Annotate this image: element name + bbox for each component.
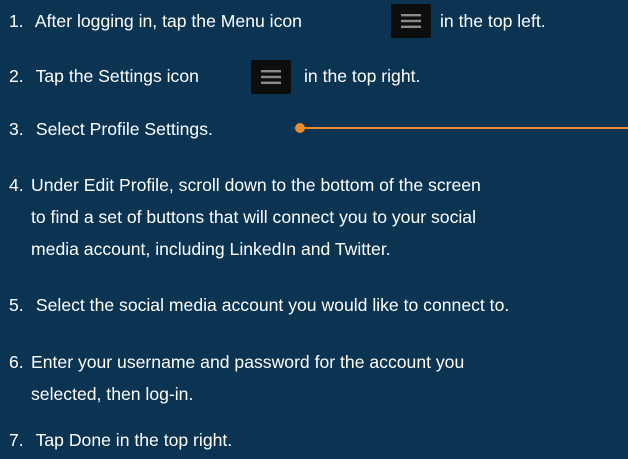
step-number: 7. [9, 430, 24, 450]
hamburger-menu-icon [391, 4, 431, 38]
step-text: Tap Done in the top right. [35, 430, 233, 450]
step-line: 4. Under Edit Profile, scroll down to the… [9, 169, 621, 201]
step-text: Under Edit Profile, scroll down to the b… [31, 175, 481, 195]
callout-dot [295, 123, 305, 133]
step-line: media account, including LinkedIn and Tw… [31, 239, 391, 259]
step-7: 7. Tap Done in the top right. [9, 424, 621, 456]
step-5: 5. Select the social media account you w… [9, 289, 621, 321]
step-3: 3. Select Profile Settings. [9, 113, 621, 145]
step-text-after-icon: in the top right. [304, 66, 421, 86]
step-text: After logging in, tap the Menu icon [34, 11, 302, 31]
step-number: 5. [9, 295, 24, 315]
hamburger-menu-icon [251, 60, 291, 94]
step-number: 3. [9, 119, 24, 139]
step-number: 2. [9, 66, 24, 86]
step-text: Tap the Settings icon [35, 66, 199, 86]
step-line: to find a set of buttons that will conne… [31, 207, 476, 227]
step-text: Select the social media account you woul… [35, 295, 510, 315]
step-text: Enter your username and password for the… [31, 352, 465, 372]
step-number: 1. [9, 11, 24, 31]
step-line: 6. Enter your username and password for t… [9, 346, 621, 378]
step-6: 6. Enter your username and password for t… [9, 346, 621, 410]
step-4: 4. Under Edit Profile, scroll down to the… [9, 169, 621, 265]
callout-line [300, 127, 628, 129]
step-number: 4. [9, 175, 24, 195]
step-number: 6. [9, 352, 24, 372]
step-text-after-icon: in the top left. [440, 11, 546, 31]
step-text: Select Profile Settings. [35, 119, 213, 139]
step-line: selected, then log-in. [31, 384, 194, 404]
